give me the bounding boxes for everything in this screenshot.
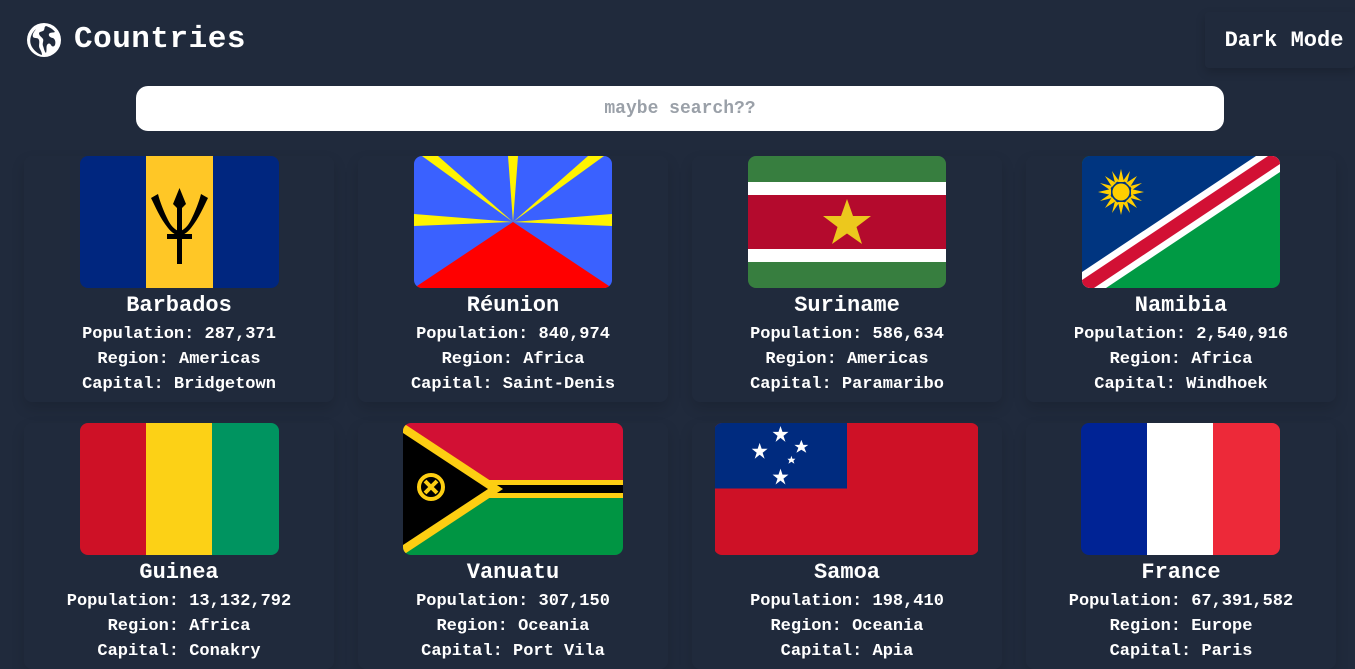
country-capital: Capital: Port Vila	[421, 642, 605, 661]
country-name: Guinea	[139, 560, 219, 585]
country-card-samoa[interactable]: Samoa Population: 198,410 Region: Oceani…	[692, 423, 1002, 669]
suriname-flag-icon	[748, 156, 946, 288]
country-capital: Capital: Bridgetown	[82, 375, 276, 394]
country-name: Vanuatu	[466, 560, 560, 585]
guinea-flag-icon	[80, 423, 279, 555]
country-region: Region: Africa	[441, 350, 585, 369]
country-region: Region: Europe	[1109, 617, 1253, 636]
country-population: Population: 287,371	[82, 325, 276, 344]
country-name: Samoa	[813, 560, 880, 585]
country-population: Population: 840,974	[416, 325, 610, 344]
country-card-vanuatu[interactable]: Vanuatu Population: 307,150 Region: Ocea…	[358, 423, 668, 669]
barbados-flag-icon	[80, 156, 279, 288]
country-region: Region: Africa	[1109, 350, 1253, 369]
country-region: Region: Americas	[97, 350, 261, 369]
country-card-namibia[interactable]: Namibia Population: 2,540,916 Region: Af…	[1026, 156, 1336, 402]
country-name: Namibia	[1134, 293, 1228, 318]
country-card-france[interactable]: France Population: 67,391,582 Region: Eu…	[1026, 423, 1336, 669]
country-capital: Capital: Windhoek	[1094, 375, 1268, 394]
country-capital: Capital: Paramaribo	[750, 375, 944, 394]
country-population: Population: 13,132,792	[66, 592, 292, 611]
country-name: France	[1141, 560, 1221, 585]
country-capital: Capital: Conakry	[97, 642, 261, 661]
reunion-flag-icon	[414, 156, 612, 288]
search-input[interactable]	[136, 86, 1224, 131]
vanuatu-flag-icon	[403, 423, 623, 555]
country-population: Population: 307,150	[416, 592, 610, 611]
country-card-barbados[interactable]: Barbados Population: 287,371 Region: Ame…	[24, 156, 334, 402]
country-capital: Capital: Paris	[1109, 642, 1253, 661]
namibia-flag-icon	[1082, 156, 1280, 288]
france-flag-icon	[1081, 423, 1280, 555]
country-region: Region: Africa	[107, 617, 251, 636]
country-name: Suriname	[794, 293, 900, 318]
app-logo: Countries	[27, 22, 246, 58]
country-population: Population: 198,410	[750, 592, 944, 611]
country-population: Population: 586,634	[750, 325, 944, 344]
country-name: Barbados	[126, 293, 232, 318]
country-region: Region: Oceania	[770, 617, 924, 636]
globe-icon	[27, 23, 61, 57]
page-title: Countries	[74, 22, 246, 57]
country-region: Region: Oceania	[436, 617, 590, 636]
country-capital: Capital: Saint-Denis	[410, 375, 616, 394]
country-region: Region: Americas	[765, 350, 929, 369]
country-population: Population: 67,391,582	[1068, 592, 1294, 611]
country-card-guinea[interactable]: Guinea Population: 13,132,792 Region: Af…	[24, 423, 334, 669]
dark-mode-toggle[interactable]: Dark Mode	[1205, 12, 1355, 68]
country-population: Population: 2,540,916	[1073, 325, 1289, 344]
country-card-suriname[interactable]: Suriname Population: 586,634 Region: Ame…	[692, 156, 1002, 402]
country-card-reunion[interactable]: Réunion Population: 840,974 Region: Afri…	[358, 156, 668, 402]
country-capital: Capital: Apia	[780, 642, 914, 661]
app-header: Countries Dark Mode	[0, 0, 1355, 80]
samoa-flag-icon	[714, 423, 979, 555]
country-name: Réunion	[466, 293, 560, 318]
